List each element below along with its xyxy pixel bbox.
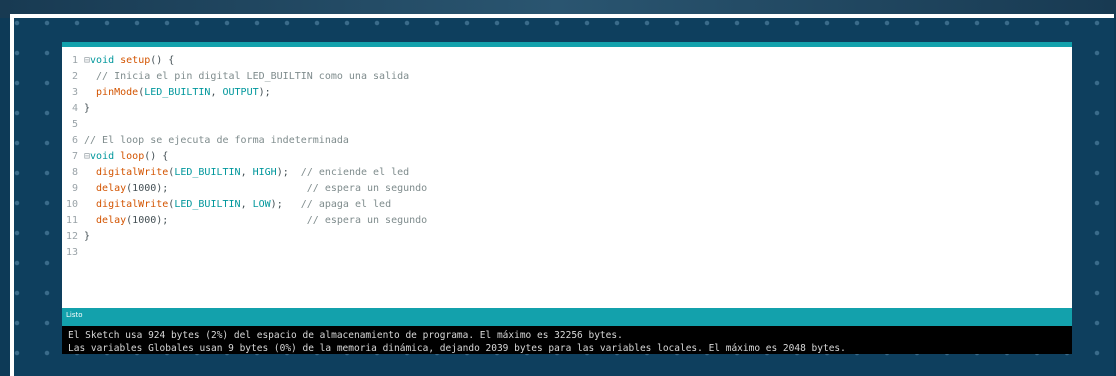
line-number: 13: [65, 247, 78, 258]
code-token: () {: [150, 55, 175, 66]
code-token: // espera un segundo: [306, 183, 428, 194]
code-line[interactable]: 7 ⊟void loop() {: [62, 149, 168, 165]
output-console[interactable]: El Sketch usa 924 bytes (2%) del espacio…: [62, 326, 1072, 354]
code-token: void: [90, 55, 121, 66]
line-number: 9: [71, 183, 78, 194]
code-token: LED_BUILTIN: [174, 167, 241, 178]
code-line[interactable]: 12}: [62, 229, 90, 245]
line-number: 3: [71, 87, 78, 98]
code-token: // Inicia el pin digital LED_BUILTIN com…: [84, 71, 410, 82]
code-token: delay: [84, 215, 127, 226]
line-number: 4: [71, 103, 78, 114]
arduino-ide-window: 1 ⊟void setup() {2 // Inicia el pin digit…: [62, 42, 1072, 354]
code-token: digitalWrite: [84, 167, 169, 178]
code-line[interactable]: 2 // Inicia el pin digital LED_BUILTIN c…: [62, 69, 409, 85]
code-token: pinMode: [84, 87, 139, 98]
code-line[interactable]: 4}: [62, 101, 90, 117]
code-editor[interactable]: 1 ⊟void setup() {2 // Inicia el pin digit…: [62, 47, 1072, 308]
code-token: OUTPUT: [222, 87, 259, 98]
code-line[interactable]: 6 // El loop se ejecuta de forma indeterm…: [62, 133, 349, 149]
code-token: }: [84, 103, 91, 114]
code-token: LOW: [252, 199, 271, 210]
code-line[interactable]: 3 pinMode(LED_BUILTIN, OUTPUT);: [62, 85, 271, 101]
console-line-1: El Sketch usa 924 bytes (2%) del espacio…: [68, 330, 623, 341]
code-token: setup: [120, 55, 151, 66]
code-line[interactable]: 5: [62, 117, 84, 133]
code-token: // El loop se ejecuta de forma indetermi…: [84, 135, 349, 146]
line-number: 6: [71, 135, 78, 146]
code-token: delay: [84, 183, 127, 194]
code-token: () {: [144, 151, 169, 162]
code-token: LED_BUILTIN: [174, 199, 241, 210]
code-token: );: [276, 167, 301, 178]
code-token: LED_BUILTIN: [144, 87, 211, 98]
console-line-2: Las variables Globales usan 9 bytes (0%)…: [68, 343, 846, 354]
code-line[interactable]: 9 delay(1000); // espera un segundo: [62, 181, 427, 197]
code-line[interactable]: 10 digitalWrite(LED_BUILTIN, LOW); // ap…: [62, 197, 391, 213]
status-bar: Listo: [62, 308, 1072, 326]
code-token: digitalWrite: [84, 199, 169, 210]
line-number: 7: [71, 151, 78, 162]
code-line[interactable]: 13: [62, 245, 84, 261]
code-token: // apaga el led: [300, 199, 392, 210]
line-number: 10: [65, 199, 78, 210]
code-token: // espera un segundo: [306, 215, 428, 226]
code-token: ,: [240, 199, 253, 210]
line-number: 12: [65, 231, 78, 242]
line-number: 8: [71, 167, 78, 178]
line-number: 5: [71, 119, 78, 130]
code-token: loop: [120, 151, 145, 162]
code-token: }: [84, 231, 91, 242]
line-number: 2: [71, 71, 78, 82]
code-token: void: [90, 151, 121, 162]
line-number: 1: [71, 55, 78, 66]
code-token: (1000);: [126, 183, 307, 194]
code-token: );: [270, 199, 301, 210]
code-line[interactable]: 11 delay(1000); // espera un segundo: [62, 213, 427, 229]
line-number: 11: [65, 215, 78, 226]
code-token: );: [258, 87, 271, 98]
code-line[interactable]: 8 digitalWrite(LED_BUILTIN, HIGH); // en…: [62, 165, 409, 181]
code-token: HIGH: [252, 167, 277, 178]
code-token: ,: [210, 87, 223, 98]
code-token: ,: [240, 167, 253, 178]
code-line[interactable]: 1 ⊟void setup() {: [62, 53, 174, 69]
status-label: Listo: [66, 311, 83, 319]
code-token: (1000);: [126, 215, 307, 226]
code-token: // enciende el led: [300, 167, 410, 178]
